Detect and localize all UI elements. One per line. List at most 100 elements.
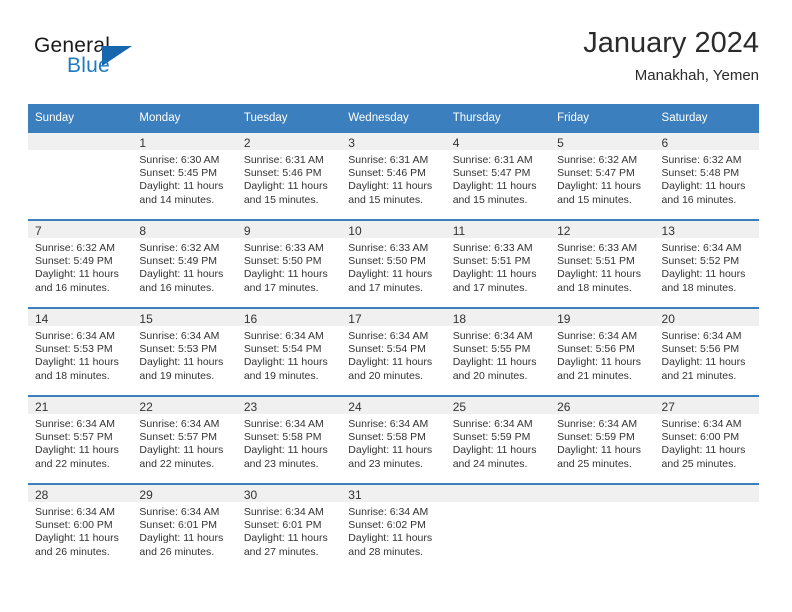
- calendar-cell-empty: [654, 483, 759, 571]
- calendar-day-cell[interactable]: 2 Sunrise: 6:31 AM Sunset: 5:46 PM Daylight…: [236, 131, 342, 220]
- calendar-day-cell[interactable]: 6 Sunrise: 6:32 AM Sunset: 5:48 PM Daylight…: [654, 131, 759, 220]
- calendar-day-cell[interactable]: 28 Sunrise: 6:34 AM Sunset: 6:00 PM Dayligh…: [28, 483, 133, 571]
- daylight-duration-line1: Daylight: 11 hours: [243, 444, 328, 457]
- sunset-time: Sunset: 5:57 PM: [139, 431, 218, 444]
- daylight-duration-line1: Daylight: 11 hours: [348, 444, 433, 457]
- calendar-day-cell[interactable]: 19 Sunrise: 6:34 AM Sunset: 5:56 PM Dayligh…: [550, 307, 655, 396]
- calendar-day-cell[interactable]: 23 Sunrise: 6:34 AM Sunset: 5:58 PM Dayligh…: [236, 395, 342, 484]
- sunrise-time: Sunrise: 6:33 AM: [348, 242, 429, 254]
- calendar-day-cell[interactable]: 24 Sunrise: 6:34 AM Sunset: 5:58 PM Dayligh…: [341, 395, 446, 484]
- sunset-time: Sunset: 5:53 PM: [139, 343, 218, 356]
- daylight-duration-line2: and 19 minutes.: [243, 369, 319, 382]
- daylight-duration-line1: Daylight: 11 hours: [243, 532, 328, 545]
- calendar-day-cell[interactable]: 12 Sunrise: 6:33 AM Sunset: 5:51 PM Dayligh…: [550, 219, 655, 308]
- calendar-day-cell[interactable]: 3 Sunrise: 6:31 AM Sunset: 5:46 PM Daylight…: [341, 131, 446, 220]
- calendar-cell-inner: 30 Sunrise: 6:34 AM Sunset: 6:01 PM Dayligh…: [236, 485, 342, 571]
- day-number: 5: [550, 133, 655, 150]
- calendar-day-cell[interactable]: 9 Sunrise: 6:33 AM Sunset: 5:50 PM Daylight…: [236, 219, 342, 308]
- daylight-duration-line2: and 15 minutes.: [452, 193, 528, 206]
- day-details: Sunrise: 6:34 AM Sunset: 5:58 PM Daylight:…: [341, 414, 445, 471]
- calendar-day-cell[interactable]: 20 Sunrise: 6:34 AM Sunset: 5:56 PM Dayligh…: [654, 307, 759, 396]
- calendar-day-cell[interactable]: 5 Sunrise: 6:32 AM Sunset: 5:47 PM Daylight…: [550, 131, 655, 220]
- day-number: 23: [236, 397, 342, 414]
- calendar-cell-inner: 17 Sunrise: 6:34 AM Sunset: 5:54 PM Dayligh…: [341, 309, 446, 395]
- day-details: Sunrise: 6:34 AM Sunset: 5:57 PM Daylight:…: [132, 414, 236, 471]
- daylight-duration-line2: and 18 minutes.: [557, 281, 632, 294]
- day-number: 1: [132, 133, 237, 150]
- day-number: 24: [341, 397, 446, 414]
- calendar-cell-inner: [654, 485, 759, 571]
- calendar-cell-inner: 21 Sunrise: 6:34 AM Sunset: 5:57 PM Dayligh…: [28, 397, 133, 483]
- calendar-day-cell[interactable]: 15 Sunrise: 6:34 AM Sunset: 5:53 PM Dayligh…: [132, 307, 237, 396]
- calendar-cell-inner: 25 Sunrise: 6:34 AM Sunset: 5:59 PM Dayligh…: [445, 397, 551, 483]
- calendar-day-cell[interactable]: 17 Sunrise: 6:34 AM Sunset: 5:54 PM Dayligh…: [341, 307, 446, 396]
- calendar-day-cell[interactable]: 21 Sunrise: 6:34 AM Sunset: 5:57 PM Dayligh…: [28, 395, 133, 484]
- calendar-day-cell[interactable]: 16 Sunrise: 6:34 AM Sunset: 5:54 PM Dayligh…: [236, 307, 342, 396]
- daylight-duration-line1: Daylight: 11 hours: [557, 444, 641, 457]
- general-blue-logo[interactable]: General Blue: [34, 34, 204, 88]
- daylight-duration-line1: Daylight: 11 hours: [35, 356, 119, 369]
- daylight-duration-line1: Daylight: 11 hours: [35, 268, 119, 281]
- daylight-duration-line1: Daylight: 11 hours: [661, 444, 746, 457]
- day-number: 12: [550, 221, 655, 238]
- sunset-time: Sunset: 5:46 PM: [243, 167, 322, 180]
- sunrise-time: Sunrise: 6:32 AM: [139, 242, 220, 254]
- calendar-week-row: 28 Sunrise: 6:34 AM Sunset: 6:00 PM Dayligh…: [28, 483, 759, 571]
- calendar-day-cell[interactable]: 1 Sunrise: 6:30 AM Sunset: 5:45 PM Daylight…: [132, 131, 237, 220]
- calendar-cell-inner: 24 Sunrise: 6:34 AM Sunset: 5:58 PM Dayligh…: [341, 397, 446, 483]
- daylight-duration-line2: and 21 minutes.: [661, 369, 737, 382]
- title-block: January 2024 Manakhah, Yemen: [583, 26, 759, 86]
- sunrise-time: Sunrise: 6:34 AM: [35, 418, 115, 430]
- calendar-day-cell[interactable]: 22 Sunrise: 6:34 AM Sunset: 5:57 PM Dayligh…: [132, 395, 237, 484]
- calendar-day-cell[interactable]: 26 Sunrise: 6:34 AM Sunset: 5:59 PM Dayligh…: [550, 395, 655, 484]
- day-details: Sunrise: 6:34 AM Sunset: 5:59 PM Daylight:…: [550, 414, 654, 471]
- calendar-day-cell[interactable]: 25 Sunrise: 6:34 AM Sunset: 5:59 PM Dayligh…: [445, 395, 551, 484]
- calendar-day-cell[interactable]: 27 Sunrise: 6:34 AM Sunset: 6:00 PM Dayligh…: [654, 395, 759, 484]
- sunrise-time: Sunrise: 6:34 AM: [139, 330, 220, 342]
- daylight-duration-line1: Daylight: 11 hours: [139, 180, 224, 193]
- calendar-cell-inner: 12 Sunrise: 6:33 AM Sunset: 5:51 PM Dayligh…: [550, 221, 655, 307]
- day-number: 22: [132, 397, 237, 414]
- sunrise-time: Sunrise: 6:34 AM: [348, 330, 429, 342]
- day-number: 27: [654, 397, 759, 414]
- day-number: 28: [28, 485, 133, 502]
- calendar-table: Sunday Monday Tuesday Wednesday Thursday…: [28, 104, 759, 571]
- day-details: Sunrise: 6:32 AM Sunset: 5:47 PM Daylight:…: [550, 150, 654, 207]
- sunset-time: Sunset: 5:49 PM: [35, 255, 113, 268]
- calendar-day-cell[interactable]: 31 Sunrise: 6:34 AM Sunset: 6:02 PM Dayligh…: [341, 483, 446, 571]
- day-details: Sunrise: 6:34 AM Sunset: 5:53 PM Daylight:…: [28, 326, 132, 383]
- calendar-day-cell[interactable]: 30 Sunrise: 6:34 AM Sunset: 6:01 PM Dayligh…: [236, 483, 342, 571]
- sunrise-time: Sunrise: 6:34 AM: [661, 242, 742, 254]
- daylight-duration-line2: and 17 minutes.: [348, 281, 423, 294]
- calendar-day-cell[interactable]: 29 Sunrise: 6:34 AM Sunset: 6:01 PM Dayligh…: [132, 483, 237, 571]
- daylight-duration-line1: Daylight: 11 hours: [452, 356, 537, 369]
- calendar-cell-inner: 28 Sunrise: 6:34 AM Sunset: 6:00 PM Dayligh…: [28, 485, 133, 571]
- calendar-cell-empty: [28, 131, 133, 220]
- calendar-day-cell[interactable]: 13 Sunrise: 6:34 AM Sunset: 5:52 PM Dayligh…: [654, 219, 759, 308]
- sunrise-time: Sunrise: 6:34 AM: [243, 506, 324, 518]
- calendar-cell-inner: 19 Sunrise: 6:34 AM Sunset: 5:56 PM Dayligh…: [550, 309, 655, 395]
- daylight-duration-line2: and 14 minutes.: [139, 193, 215, 206]
- calendar-day-cell[interactable]: 8 Sunrise: 6:32 AM Sunset: 5:49 PM Daylight…: [132, 219, 237, 308]
- calendar-day-cell[interactable]: 7 Sunrise: 6:32 AM Sunset: 5:49 PM Daylight…: [28, 219, 133, 308]
- calendar-cell-inner: 23 Sunrise: 6:34 AM Sunset: 5:58 PM Dayligh…: [236, 397, 342, 483]
- weekday-header-sunday: Sunday: [28, 104, 133, 132]
- sunrise-time: Sunrise: 6:33 AM: [452, 242, 533, 254]
- daylight-duration-line1: Daylight: 11 hours: [452, 444, 537, 457]
- calendar-day-cell[interactable]: 18 Sunrise: 6:34 AM Sunset: 5:55 PM Dayligh…: [445, 307, 551, 396]
- sunset-time: Sunset: 5:54 PM: [348, 343, 426, 356]
- calendar-cell-empty: [445, 483, 551, 571]
- calendar-cell-inner: 5 Sunrise: 6:32 AM Sunset: 5:47 PM Daylight…: [550, 133, 655, 219]
- calendar-day-cell[interactable]: 14 Sunrise: 6:34 AM Sunset: 5:53 PM Dayligh…: [28, 307, 133, 396]
- sunrise-time: Sunrise: 6:34 AM: [243, 418, 324, 430]
- calendar-day-cell[interactable]: 4 Sunrise: 6:31 AM Sunset: 5:47 PM Daylight…: [445, 131, 551, 220]
- calendar-cell-inner: 11 Sunrise: 6:33 AM Sunset: 5:51 PM Dayligh…: [445, 221, 551, 307]
- day-details: Sunrise: 6:34 AM Sunset: 5:55 PM Daylight:…: [446, 326, 550, 383]
- calendar-day-cell[interactable]: 10 Sunrise: 6:33 AM Sunset: 5:50 PM Dayligh…: [341, 219, 446, 308]
- daylight-duration-line2: and 28 minutes.: [348, 545, 423, 558]
- calendar-day-cell[interactable]: 11 Sunrise: 6:33 AM Sunset: 5:51 PM Dayligh…: [445, 219, 551, 308]
- day-details: Sunrise: 6:33 AM Sunset: 5:51 PM Daylight:…: [550, 238, 654, 295]
- day-details: Sunrise: 6:32 AM Sunset: 5:49 PM Daylight:…: [132, 238, 236, 295]
- day-number: 18: [445, 309, 551, 326]
- sunrise-time: Sunrise: 6:34 AM: [348, 418, 429, 430]
